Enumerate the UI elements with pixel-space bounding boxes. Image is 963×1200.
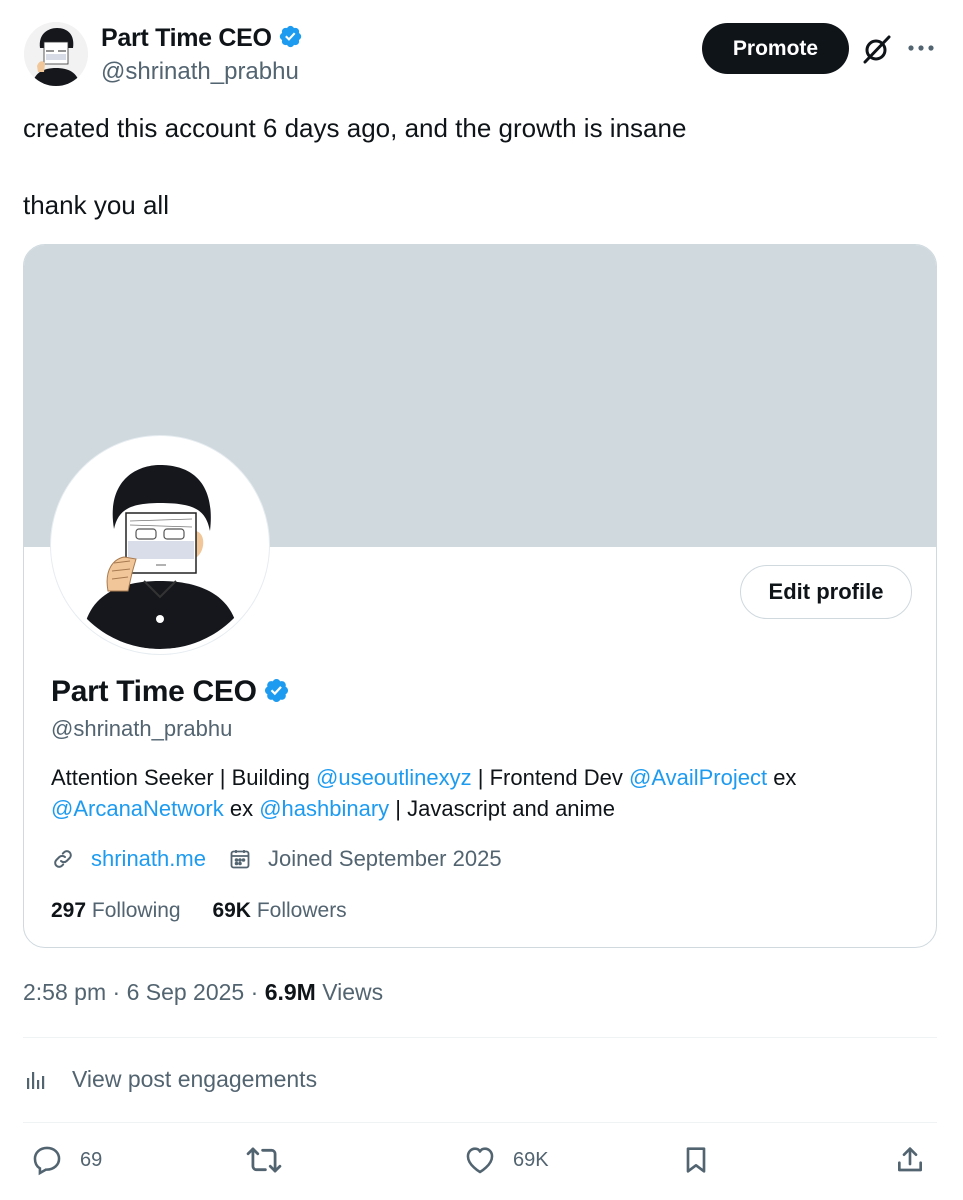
repost-icon: [246, 1143, 290, 1177]
bio-mention-arcananetwork[interactable]: @ArcanaNetwork: [51, 796, 224, 821]
tweet-text-line-1: created this account 6 days ago, and the…: [23, 113, 687, 143]
profile-name[interactable]: Part Time CEO: [51, 675, 290, 712]
reply-count: 69: [80, 1148, 103, 1171]
bio-text: | Javascript and anime: [389, 796, 615, 821]
verified-badge-icon: [263, 677, 290, 712]
share-icon: [894, 1143, 934, 1177]
following-count: 297: [51, 899, 87, 922]
views-count: 6.9M: [264, 979, 316, 1005]
share-button[interactable]: [894, 1143, 934, 1177]
view-engagements-link[interactable]: View post engagements: [24, 1066, 317, 1093]
bio-text: ex: [767, 765, 797, 790]
profile-bio-line-1: Attention Seeker | Building @useoutlinex…: [51, 765, 796, 791]
bookmark-button[interactable]: [680, 1143, 720, 1177]
author-avatar[interactable]: [24, 22, 88, 86]
link-icon: [51, 847, 83, 871]
reply-icon: [30, 1143, 72, 1177]
tweet-date[interactable]: 6 Sep 2025: [127, 979, 245, 1005]
calendar-icon: [228, 847, 260, 871]
like-icon: [463, 1143, 505, 1177]
like-count: 69K: [513, 1148, 549, 1171]
followers-link[interactable]: 69K Followers: [212, 899, 346, 922]
author-name[interactable]: Part Time CEO: [101, 24, 303, 56]
promote-button[interactable]: Promote: [702, 23, 849, 74]
divider: [23, 1122, 937, 1123]
bio-mention-useoutlinexyz[interactable]: @useoutlinexyz: [316, 765, 472, 790]
verified-badge-icon: [278, 24, 303, 56]
repost-button[interactable]: [246, 1143, 290, 1177]
profile-follow-stats: 297 Following 69K Followers: [51, 899, 347, 923]
profile-avatar[interactable]: [51, 436, 269, 654]
divider: [23, 1037, 937, 1038]
following-label: Following: [91, 899, 181, 922]
followers-count: 69K: [212, 899, 251, 922]
view-engagements-label: View post engagements: [72, 1066, 318, 1092]
tweet-timestamp: 2:58 pm · 6 Sep 2025 · 6.9M Views: [23, 979, 384, 1005]
analytics-icon: [24, 1068, 60, 1092]
bio-mention-hashbinary[interactable]: @hashbinary: [259, 796, 389, 821]
like-button[interactable]: 69K: [463, 1143, 549, 1177]
more-icon[interactable]: [906, 36, 936, 60]
author-name-text[interactable]: Part Time CEO: [101, 24, 272, 52]
bio-text: | Frontend Dev: [471, 765, 629, 790]
profile-meta: shrinath.me Joined September 2025: [51, 846, 502, 872]
following-link[interactable]: 297 Following: [51, 899, 181, 922]
bio-text: Attention Seeker | Building: [51, 765, 316, 790]
followers-label: Followers: [256, 899, 347, 922]
bio-mention-availproject[interactable]: @AvailProject: [629, 765, 767, 790]
tweet-text-line-2: thank you all: [23, 190, 169, 220]
profile-name-text[interactable]: Part Time CEO: [51, 675, 257, 708]
bio-text: ex: [223, 796, 260, 821]
profile-website-link[interactable]: shrinath.me: [91, 846, 206, 872]
profile-joined-date: Joined September 2025: [267, 846, 502, 871]
edit-profile-button[interactable]: Edit profile: [740, 565, 912, 619]
profile-handle: @shrinath_prabhu: [51, 716, 233, 741]
bookmark-icon: [680, 1143, 720, 1177]
profile-card[interactable]: Edit profile Part Time CEO @shrinath_pra…: [23, 244, 937, 948]
reply-button[interactable]: 69: [30, 1143, 102, 1177]
tweet-time[interactable]: 2:58 pm: [23, 979, 106, 1005]
profile-bio-line-2: @ArcanaNetwork ex @hashbinary | Javascri…: [51, 796, 615, 822]
grok-icon[interactable]: [861, 33, 893, 65]
views-label: Views: [322, 979, 384, 1005]
author-handle[interactable]: @shrinath_prabhu: [101, 58, 299, 86]
